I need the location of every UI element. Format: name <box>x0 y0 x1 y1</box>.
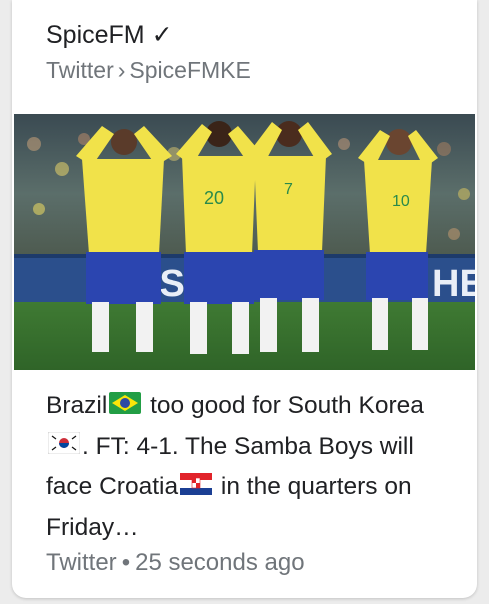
jersey-number: 7 <box>284 181 293 198</box>
source-name[interactable]: SpiceFM <box>46 21 145 49</box>
result-footer: Twitter • 25 seconds ago <box>46 546 305 580</box>
croatia-flag-icon <box>180 468 213 508</box>
card-header: SpiceFM ✓ Twitter › SpiceFMKE <box>46 18 251 86</box>
platform-label: Twitter <box>46 57 114 83</box>
south-korea-flag-icon <box>47 427 81 467</box>
ad-banner-text-2: HE <box>432 263 475 305</box>
tweet-snippet: Brazil too good for South Korea. FT: 4-1… <box>46 386 451 548</box>
tweet-image[interactable]: USA HE 20 7 10 <box>14 114 475 370</box>
jersey-number: 20 <box>204 188 224 208</box>
source-breadcrumb: Twitter › SpiceFMKE <box>46 54 251 86</box>
jersey-number: 10 <box>392 193 410 210</box>
footer-separator: • <box>121 549 131 576</box>
tweet-result-card[interactable]: SpiceFM ✓ Twitter › SpiceFMKE USA HE 20 … <box>12 0 477 598</box>
snippet-text-1: Brazil <box>46 392 108 419</box>
snippet-text-2: too good for South Korea <box>143 392 424 419</box>
brazil-flag-icon <box>109 387 142 427</box>
source-title[interactable]: SpiceFM ✓ <box>46 18 251 52</box>
photo-football-celebration: USA HE 20 7 10 <box>14 114 475 370</box>
timestamp: 25 seconds ago <box>135 549 305 576</box>
verified-icon: ✓ <box>151 21 173 49</box>
footer-platform: Twitter <box>46 549 117 576</box>
account-handle: SpiceFMKE <box>129 57 251 83</box>
breadcrumb-separator: › <box>117 57 126 83</box>
